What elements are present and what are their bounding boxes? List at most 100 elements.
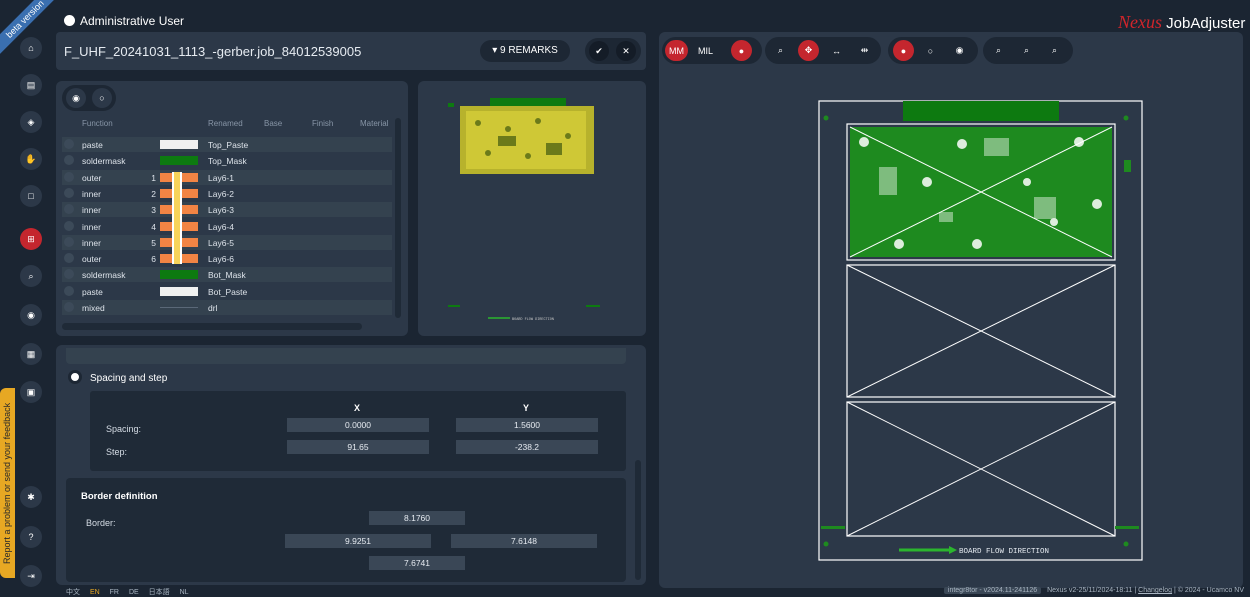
- layer-select-radio[interactable]: [64, 302, 74, 312]
- language-selector: 中文 EN FR DE 日本語 NL: [66, 587, 197, 597]
- layer-select-radio[interactable]: [64, 155, 74, 166]
- lang-de[interactable]: DE: [129, 589, 139, 596]
- logout-icon[interactable]: ⇥: [20, 565, 42, 587]
- col-base: Base: [264, 119, 283, 128]
- layer-select-radio[interactable]: [64, 236, 74, 247]
- remarks-button[interactable]: ▾ 9 REMARKS: [480, 40, 570, 62]
- user-icon: [64, 15, 75, 26]
- layer-select-radio[interactable]: [64, 253, 74, 264]
- border-top-input[interactable]: 8.1760: [369, 511, 465, 525]
- document-icon[interactable]: ▤: [20, 74, 42, 96]
- layer-renamed: Bot_Paste: [208, 286, 248, 297]
- layer-select-radio[interactable]: [64, 204, 74, 215]
- layer-renamed: Top_Mask: [208, 156, 247, 167]
- step-label: Step:: [106, 447, 128, 457]
- col-x-label: X: [354, 403, 361, 413]
- table-icon[interactable]: ▣: [20, 381, 42, 403]
- logo-brand: Nexus: [1118, 12, 1162, 32]
- lang-en[interactable]: EN: [90, 589, 100, 596]
- layer-row[interactable]: inner 2 Lay6-2: [62, 186, 392, 201]
- footer: 中文 EN FR DE 日本語 NL integr8tor - v2024.11…: [0, 586, 1250, 597]
- layer-function: inner: [82, 188, 101, 199]
- layer-color-swatch: [160, 270, 198, 280]
- layer-number: 4: [151, 221, 156, 232]
- eye-icon[interactable]: ◉: [66, 88, 86, 108]
- layer-row[interactable]: inner 5 Lay6-5: [62, 234, 392, 250]
- layer-horizontal-scrollbar[interactable]: [62, 323, 362, 330]
- app-logo: Nexus JobAdjuster: [1118, 12, 1245, 33]
- layer-color-swatch: [160, 156, 198, 166]
- close-icon[interactable]: ✕: [616, 41, 636, 61]
- layer-row[interactable]: paste Top_Paste: [62, 137, 392, 152]
- spacing-section-label: Spacing and step: [90, 373, 168, 384]
- check-icon[interactable]: ✔: [589, 41, 609, 61]
- preview-flow-label: BOARD FLOW DIRECTION: [512, 318, 554, 322]
- circle-outline-icon[interactable]: ○: [92, 88, 112, 108]
- lang-fr[interactable]: FR: [110, 589, 119, 596]
- fiducial: [823, 115, 829, 121]
- layer-row[interactable]: soldermask Bot_Mask: [62, 267, 392, 283]
- layer-select-radio[interactable]: [64, 187, 74, 198]
- layer-row[interactable]: paste Bot_Paste: [62, 284, 392, 299]
- layer-row[interactable]: soldermask Top_Mask: [62, 153, 392, 168]
- integr8tor-badge: integr8tor - v2024.11-241126: [943, 587, 1042, 594]
- preview-fiducial: [448, 103, 454, 107]
- panel-top-rail: [903, 101, 1059, 121]
- border-section-label: Border definition: [81, 491, 158, 502]
- layer-renamed: drl: [208, 303, 218, 313]
- border-left-input[interactable]: 9.9251: [285, 534, 431, 548]
- border-bottom-input[interactable]: 7.6741: [369, 556, 465, 570]
- layer-select-radio[interactable]: [64, 139, 74, 149]
- spacing-x-input[interactable]: 0.0000: [287, 418, 429, 432]
- hand-icon[interactable]: ✋: [20, 148, 42, 170]
- step-y-input[interactable]: -238.2: [456, 440, 598, 454]
- grid-icon[interactable]: ⊞: [20, 228, 42, 250]
- layers-icon[interactable]: ◈: [20, 111, 42, 133]
- layer-select-radio[interactable]: [64, 220, 74, 231]
- layer-vertical-scrollbar[interactable]: [395, 118, 401, 318]
- board-preview: BOARD FLOW DIRECTION: [448, 98, 600, 322]
- home-icon[interactable]: ⌂: [20, 37, 42, 59]
- lang-nl[interactable]: NL: [180, 589, 189, 596]
- layer-renamed: Top_Paste: [208, 140, 249, 150]
- settings-icon[interactable]: ✱: [20, 486, 42, 508]
- changelog-link[interactable]: Changelog: [1138, 587, 1172, 594]
- col-function: Function: [82, 119, 113, 128]
- layer-renamed: Lay6-6: [208, 254, 234, 265]
- col-y-label: Y: [523, 403, 530, 413]
- help-icon[interactable]: ?: [20, 526, 42, 548]
- feedback-tab[interactable]: Report a problem or send your feedback: [0, 388, 15, 578]
- layer-select-radio[interactable]: [64, 285, 74, 296]
- preview-fiducial: [448, 305, 460, 307]
- spacing-y-input[interactable]: 1.5600: [456, 418, 598, 432]
- database-icon[interactable]: ◉: [20, 304, 42, 326]
- lang-ja[interactable]: 日本語: [149, 589, 170, 596]
- layer-row[interactable]: inner 4 Lay6-4: [62, 219, 392, 234]
- layer-function: outer: [82, 254, 102, 265]
- layer-renamed: Lay6-1: [208, 172, 234, 183]
- step-x-input[interactable]: 91.65: [287, 440, 429, 454]
- tooling-mark: [1115, 526, 1139, 529]
- sidebar: beta version ⌂ ▤ ◈ ✋ □ ⊞ ⌕ ◉ ▦ ▣ ✱ ? ⇥ R…: [0, 0, 61, 597]
- border-right-input[interactable]: 7.6148: [451, 534, 597, 548]
- lang-zh[interactable]: 中文: [66, 589, 80, 596]
- layer-row[interactable]: inner 3 Lay6-3: [62, 202, 392, 218]
- panel-icon[interactable]: ▦: [20, 343, 42, 365]
- layer-select-radio[interactable]: [64, 269, 74, 280]
- zoom-icon[interactable]: ⌕: [20, 265, 42, 287]
- square-icon[interactable]: □: [20, 185, 42, 207]
- collapsed-section: [66, 348, 626, 364]
- settings-scrollbar[interactable]: [635, 460, 641, 580]
- layer-select-radio[interactable]: [64, 171, 74, 182]
- panel-layout-canvas[interactable]: BOARD FLOW DIRECTION: [659, 32, 1243, 588]
- layer-function: inner: [82, 237, 101, 248]
- layer-row[interactable]: outer 1 Lay6-1: [62, 169, 392, 185]
- layer-table-header: Function Renamed Base Finish Material: [62, 119, 392, 131]
- spacing-radio[interactable]: [68, 370, 82, 384]
- layer-row[interactable]: mixed drl: [62, 300, 392, 315]
- col-finish: Finish: [312, 119, 334, 128]
- layer-color-swatch: [160, 140, 198, 149]
- layer-row[interactable]: outer 6 Lay6-6: [62, 251, 392, 266]
- layer-number: 1: [151, 172, 156, 183]
- version-text: Nexus v2-25/11/2024-18:11 |: [1047, 587, 1137, 594]
